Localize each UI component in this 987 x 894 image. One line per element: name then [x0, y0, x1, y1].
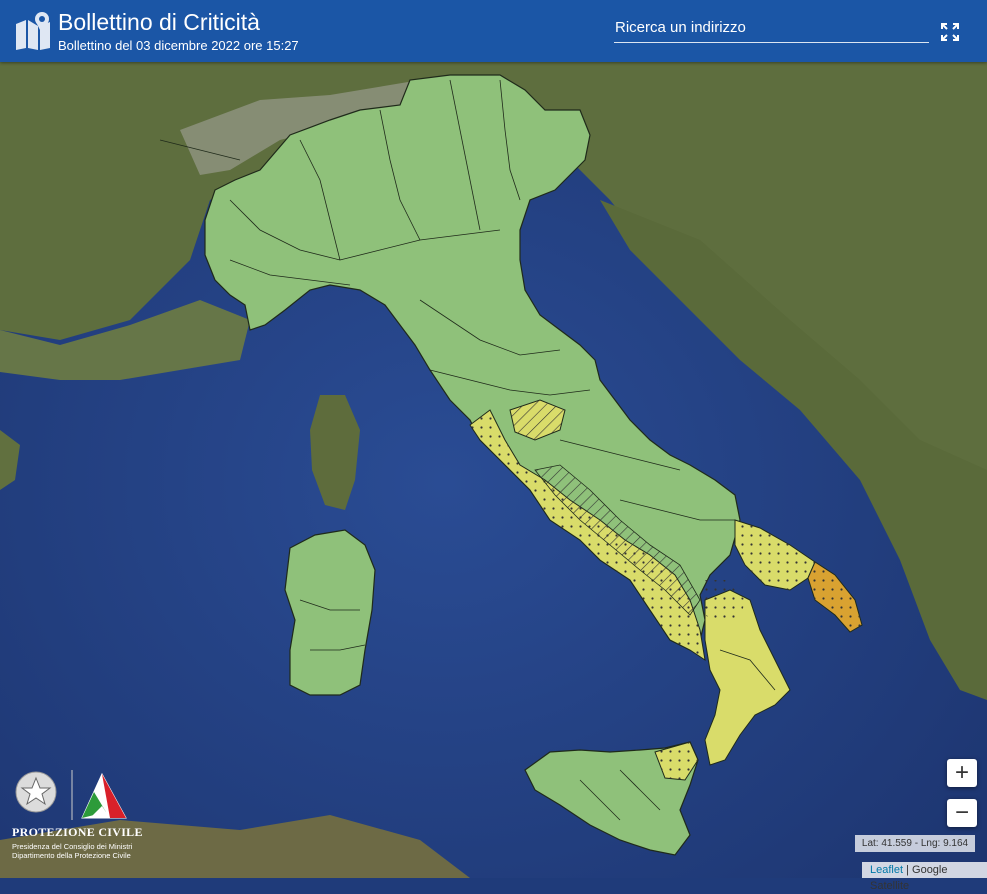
- attribution-separator: |: [903, 864, 913, 876]
- map-pin-icon: [14, 10, 52, 55]
- protezione-civile-logo: [10, 768, 140, 863]
- emblem-icon: [15, 771, 57, 813]
- app-header: Bollettino di Criticità Bollettino del 0…: [0, 0, 987, 62]
- page-title: Bollettino di Criticità: [58, 9, 260, 35]
- fullscreen-icon[interactable]: [938, 20, 962, 44]
- civil-protection-triangle-icon: [81, 772, 127, 819]
- bulletin-date: Bollettino del 03 dicembre 2022 ore 15:2…: [58, 38, 299, 53]
- zoom-in-button[interactable]: +: [947, 759, 977, 787]
- satellite-map[interactable]: [0, 0, 987, 878]
- leaflet-link[interactable]: Leaflet: [870, 864, 903, 876]
- search-input[interactable]: Ricerca un indirizzo: [614, 18, 929, 43]
- map-attribution: Leaflet | Google Satellite: [862, 862, 987, 892]
- minus-icon: −: [954, 799, 969, 826]
- cursor-coordinates: Lat: 41.559 - Lng: 9.164: [855, 835, 975, 852]
- sardinia[interactable]: [284, 529, 376, 696]
- plus-icon: +: [954, 759, 969, 786]
- zoom-out-button[interactable]: −: [947, 799, 977, 827]
- search-placeholder: Ricerca un indirizzo: [615, 19, 746, 36]
